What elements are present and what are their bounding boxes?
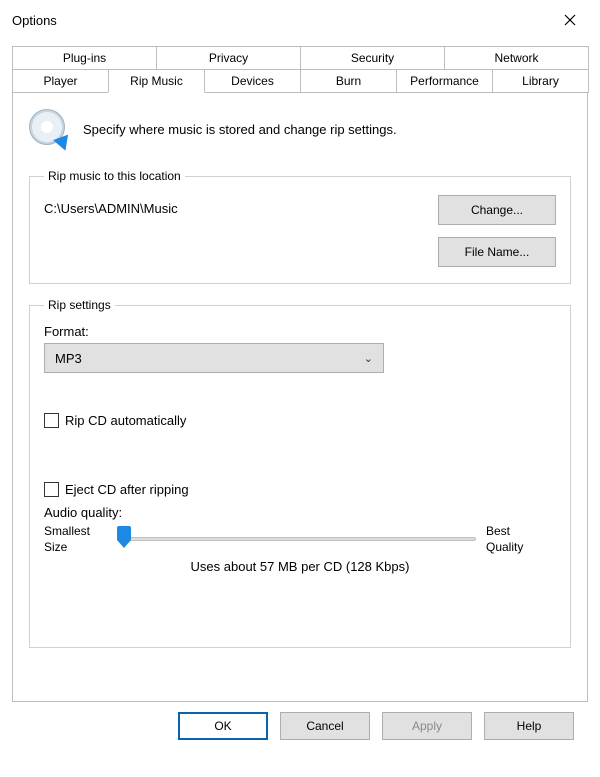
format-label: Format:: [44, 324, 556, 339]
client-area: Plug-ins Privacy Security Network Player…: [0, 38, 600, 777]
tab-security[interactable]: Security: [300, 46, 445, 69]
tab-performance[interactable]: Performance: [396, 69, 493, 93]
apply-button[interactable]: Apply: [382, 712, 472, 740]
audio-quality-label: Audio quality:: [44, 505, 556, 520]
dialog-footer: OK Cancel Apply Help: [12, 702, 588, 756]
slider-thumb[interactable]: [117, 526, 131, 548]
tab-container: Plug-ins Privacy Security Network Player…: [12, 46, 588, 702]
rip-settings-legend: Rip settings: [44, 298, 115, 312]
close-button[interactable]: [550, 6, 590, 34]
tab-plug-ins[interactable]: Plug-ins: [12, 46, 157, 69]
titlebar: Options: [0, 0, 600, 38]
tab-row-bottom: Player Rip Music Devices Burn Performanc…: [12, 69, 588, 93]
change-location-button[interactable]: Change...: [438, 195, 556, 225]
tab-privacy[interactable]: Privacy: [156, 46, 301, 69]
audio-quality-readout: Uses about 57 MB per CD (128 Kbps): [44, 559, 556, 574]
rip-auto-label: Rip CD automatically: [65, 413, 186, 428]
file-name-button[interactable]: File Name...: [438, 237, 556, 267]
options-dialog: Options Plug-ins Privacy Security Networ…: [0, 0, 600, 777]
format-value: MP3: [55, 351, 82, 366]
description-row: Specify where music is stored and change…: [29, 107, 571, 163]
tab-library[interactable]: Library: [492, 69, 589, 93]
chevron-down-icon: ⌄: [364, 352, 373, 365]
tab-devices[interactable]: Devices: [204, 69, 301, 93]
rip-auto-checkbox[interactable]: [44, 413, 59, 428]
tab-burn[interactable]: Burn: [300, 69, 397, 93]
eject-cd-checkbox[interactable]: [44, 482, 59, 497]
tab-row-top: Plug-ins Privacy Security Network: [12, 46, 588, 69]
cancel-button[interactable]: Cancel: [280, 712, 370, 740]
tab-rip-music[interactable]: Rip Music: [108, 69, 205, 93]
format-select[interactable]: MP3 ⌄: [44, 343, 384, 373]
close-icon: [564, 14, 576, 26]
description-text: Specify where music is stored and change…: [83, 122, 397, 137]
eject-cd-row[interactable]: Eject CD after ripping: [44, 482, 556, 497]
audio-quality-slider[interactable]: [124, 524, 476, 554]
rip-auto-row[interactable]: Rip CD automatically: [44, 413, 556, 428]
rip-location-legend: Rip music to this location: [44, 169, 185, 183]
slider-max-label: Best Quality: [486, 524, 556, 555]
eject-cd-label: Eject CD after ripping: [65, 482, 189, 497]
help-button[interactable]: Help: [484, 712, 574, 740]
slider-track: [124, 537, 476, 541]
disc-rip-icon: [29, 109, 69, 149]
tab-network[interactable]: Network: [444, 46, 589, 69]
audio-quality-slider-row: Smallest Size Best Quality: [44, 524, 556, 555]
window-title: Options: [10, 13, 57, 28]
ok-button[interactable]: OK: [178, 712, 268, 740]
tab-content: Specify where music is stored and change…: [12, 92, 588, 702]
tab-player[interactable]: Player: [12, 69, 109, 93]
rip-location-group: Rip music to this location C:\Users\ADMI…: [29, 169, 571, 284]
rip-location-path: C:\Users\ADMIN\Music: [44, 195, 178, 216]
rip-settings-group: Rip settings Format: MP3 ⌄ Rip CD automa…: [29, 298, 571, 648]
slider-min-label: Smallest Size: [44, 524, 114, 555]
